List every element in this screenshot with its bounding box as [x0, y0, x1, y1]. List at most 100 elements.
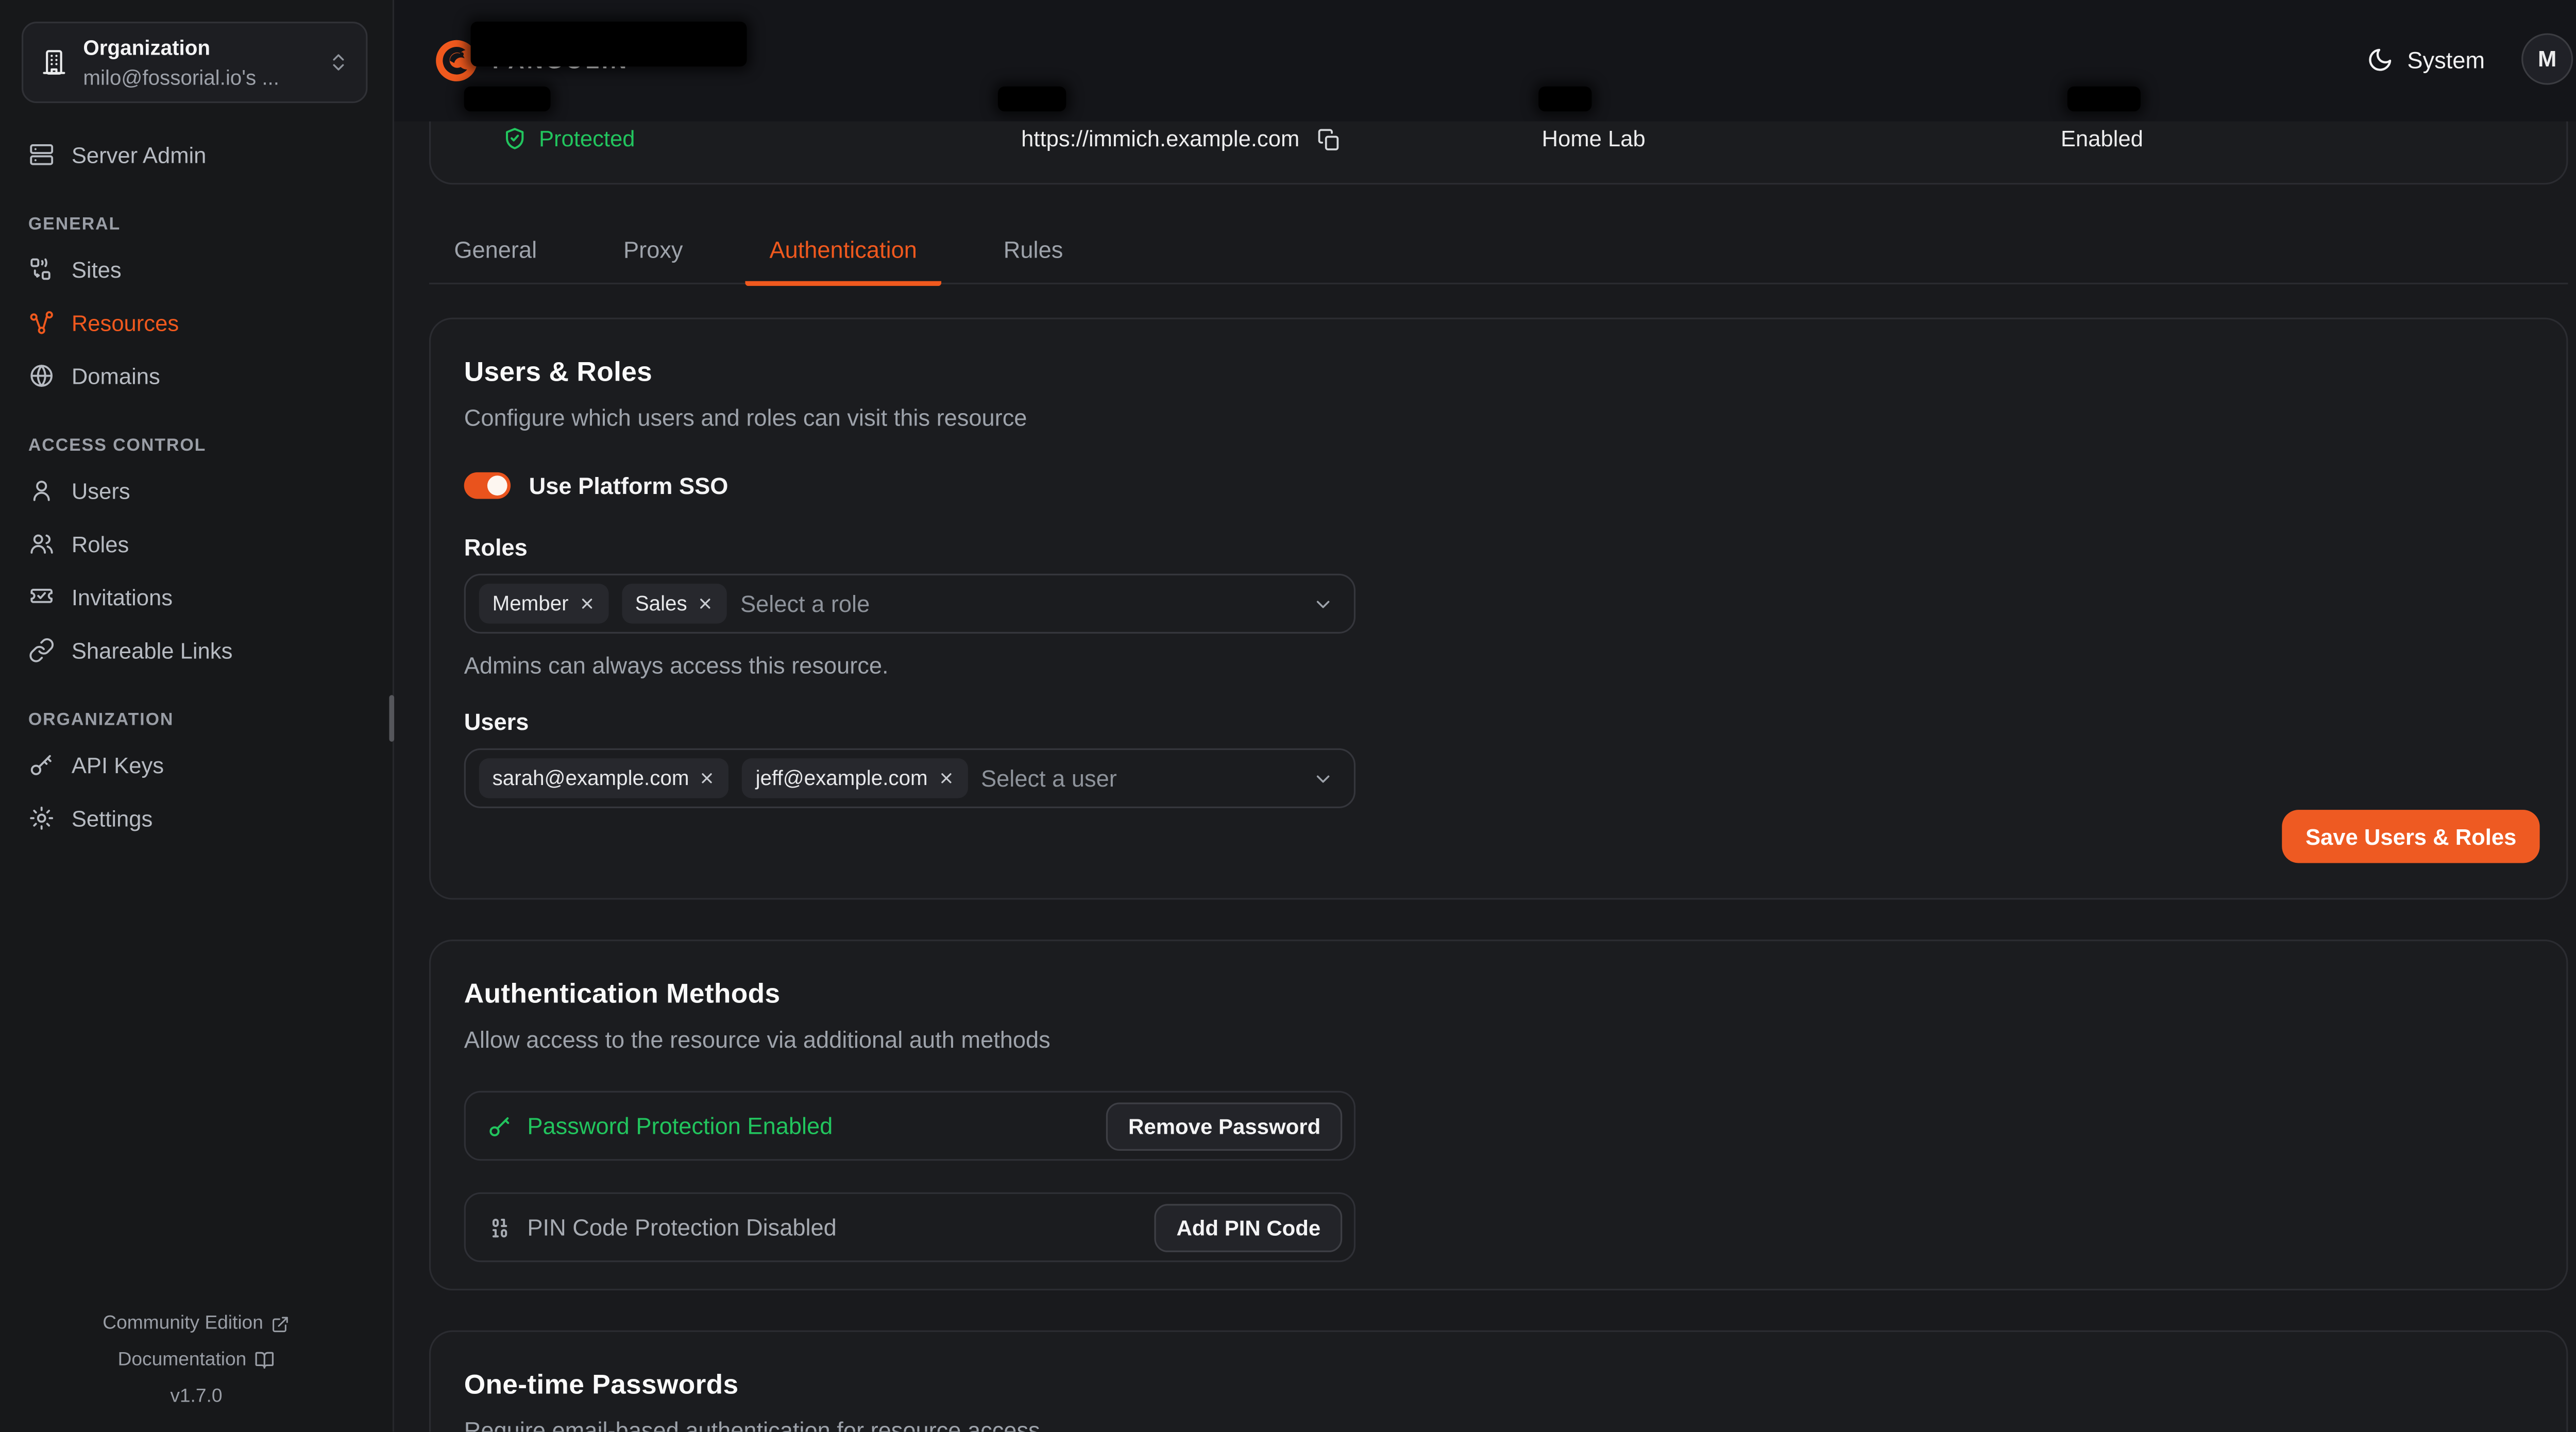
- book-open-icon: [255, 1350, 275, 1370]
- key-icon: [487, 1113, 512, 1138]
- main-area: PANGOLIN System M: [394, 0, 2576, 1432]
- org-switcher-label: Organization: [83, 36, 210, 59]
- sidebar-item-settings[interactable]: Settings: [13, 793, 379, 843]
- card-subtitle: Require email-based authentication for r…: [464, 1417, 2533, 1432]
- building-icon: [40, 48, 68, 77]
- redacted-label-url: [998, 87, 1066, 111]
- roles-placeholder: Select a role: [740, 590, 1299, 617]
- app-version: v1.7.0: [0, 1378, 393, 1415]
- ticket-check-icon: [28, 584, 55, 610]
- role-chip: Sales: [622, 584, 727, 623]
- globe-icon: [28, 363, 55, 389]
- sites-icon: [28, 256, 55, 283]
- remove-password-button[interactable]: Remove Password: [1107, 1102, 1342, 1150]
- documentation-link[interactable]: Documentation: [0, 1342, 393, 1378]
- sidebar: Organization milo@fossorial.io's ... Ser…: [0, 0, 394, 1432]
- sidebar-item-resources[interactable]: Resources: [13, 298, 379, 348]
- users-placeholder: Select a user: [981, 765, 1299, 792]
- chevrons-up-down-icon: [328, 52, 349, 73]
- users-icon: [28, 531, 55, 557]
- tab-proxy[interactable]: Proxy: [599, 218, 708, 286]
- resource-site: Home Lab: [1542, 126, 1646, 151]
- users-roles-card: Users & Roles Configure which users and …: [429, 318, 2568, 900]
- sidebar-item-label: Server Admin: [72, 142, 207, 167]
- org-switcher-value: milo@fossorial.io's ...: [83, 66, 279, 89]
- sidebar-item-label: Domains: [72, 363, 160, 388]
- sidebar-item-shareable-links[interactable]: Shareable Links: [13, 625, 379, 675]
- resource-info-banner: Protected https://immich.example.com Hom…: [429, 122, 2568, 185]
- sidebar-item-label: Resources: [72, 310, 179, 335]
- copy-icon[interactable]: [1318, 127, 1341, 150]
- org-switcher[interactable]: Organization milo@fossorial.io's ...: [22, 22, 367, 103]
- external-link-icon: [272, 1315, 290, 1333]
- pin-status: PIN Code Protection Disabled: [487, 1214, 837, 1241]
- card-subtitle: Allow access to the resource via additio…: [464, 1026, 2533, 1053]
- users-select[interactable]: sarah@example.com jeff@example.com Selec…: [464, 748, 1355, 808]
- remove-chip-icon[interactable]: [579, 595, 595, 612]
- platform-sso-toggle[interactable]: [464, 472, 511, 499]
- sidebar-item-label: Invitations: [72, 585, 173, 609]
- tab-general[interactable]: General: [429, 218, 562, 286]
- redacted-label-status: [464, 87, 551, 111]
- theme-label: System: [2407, 46, 2485, 73]
- resource-url: https://immich.example.com: [1021, 126, 1341, 151]
- role-chip: Member: [479, 584, 608, 623]
- tab-authentication[interactable]: Authentication: [744, 218, 942, 286]
- community-edition-link[interactable]: Community Edition: [0, 1305, 393, 1342]
- sidebar-item-invitations[interactable]: Invitations: [13, 572, 379, 622]
- redacted-label-site: [1538, 87, 1591, 111]
- key-round-icon: [28, 752, 55, 778]
- avatar[interactable]: M: [2521, 33, 2573, 85]
- add-pin-code-button[interactable]: Add PIN Code: [1155, 1203, 1342, 1252]
- password-protection-row: Password Protection Enabled Remove Passw…: [464, 1091, 1355, 1161]
- tab-rules[interactable]: Rules: [978, 218, 1088, 286]
- server-icon: [28, 141, 55, 168]
- sidebar-item-label: Settings: [72, 806, 152, 830]
- sso-row: Use Platform SSO: [464, 472, 2533, 499]
- pin-protection-row: PIN Code Protection Disabled Add PIN Cod…: [464, 1192, 1355, 1263]
- sidebar-item-api-keys[interactable]: API Keys: [13, 740, 379, 790]
- sidebar-item-sites[interactable]: Sites: [13, 245, 379, 295]
- save-users-roles-button[interactable]: Save Users & Roles: [2282, 810, 2540, 863]
- auth-methods-card: Authentication Methods Allow access to t…: [429, 940, 2568, 1290]
- redacted-resource-title: [471, 22, 747, 66]
- sidebar-item-label: Shareable Links: [72, 638, 233, 662]
- sidebar-section-general: GENERAL: [28, 214, 364, 234]
- sidebar-section-organization: ORGANIZATION: [28, 710, 364, 730]
- roles-select[interactable]: Member Sales Select a role: [464, 574, 1355, 634]
- chevron-down-icon: [1312, 593, 1334, 615]
- sidebar-item-server-admin[interactable]: Server Admin: [13, 130, 379, 180]
- roles-label: Roles: [464, 534, 2533, 560]
- moon-icon: [2367, 46, 2394, 73]
- link-icon: [28, 637, 55, 663]
- tab-content: Users & Roles Configure which users and …: [429, 284, 2568, 1432]
- sidebar-scrollbar[interactable]: [389, 695, 394, 741]
- user-chip: sarah@example.com: [479, 758, 729, 798]
- header-controls: System M: [2367, 33, 2573, 85]
- remove-chip-icon[interactable]: [938, 770, 954, 787]
- redacted-label-enabled: [2067, 87, 2141, 111]
- shield-check-icon: [502, 126, 527, 151]
- sidebar-item-label: Users: [72, 478, 130, 503]
- user-icon: [28, 478, 55, 504]
- gear-icon: [28, 805, 55, 831]
- app-screen: Organization milo@fossorial.io's ... Ser…: [0, 0, 2576, 1432]
- password-status: Password Protection Enabled: [487, 1113, 833, 1139]
- remove-chip-icon[interactable]: [699, 770, 716, 787]
- sidebar-item-domains[interactable]: Domains: [13, 351, 379, 401]
- sidebar-footer: Community Edition Documentation v1.7.0: [0, 1305, 393, 1415]
- sidebar-item-label: Sites: [72, 257, 122, 282]
- theme-toggle[interactable]: System: [2367, 46, 2485, 73]
- chevron-down-icon: [1312, 768, 1334, 789]
- card-title: Authentication Methods: [464, 979, 2533, 1011]
- otp-card: One-time Passwords Require email-based a…: [429, 1331, 2568, 1432]
- sso-label: Use Platform SSO: [529, 472, 728, 499]
- users-label: Users: [464, 708, 2533, 735]
- card-subtitle: Configure which users and roles can visi…: [464, 404, 2533, 431]
- sidebar-item-users[interactable]: Users: [13, 466, 379, 516]
- resource-enabled: Enabled: [2061, 126, 2143, 151]
- sidebar-item-roles[interactable]: Roles: [13, 519, 379, 569]
- sidebar-section-access-control: ACCESS CONTROL: [28, 436, 364, 456]
- user-chip: jeff@example.com: [742, 758, 968, 798]
- remove-chip-icon[interactable]: [697, 595, 714, 612]
